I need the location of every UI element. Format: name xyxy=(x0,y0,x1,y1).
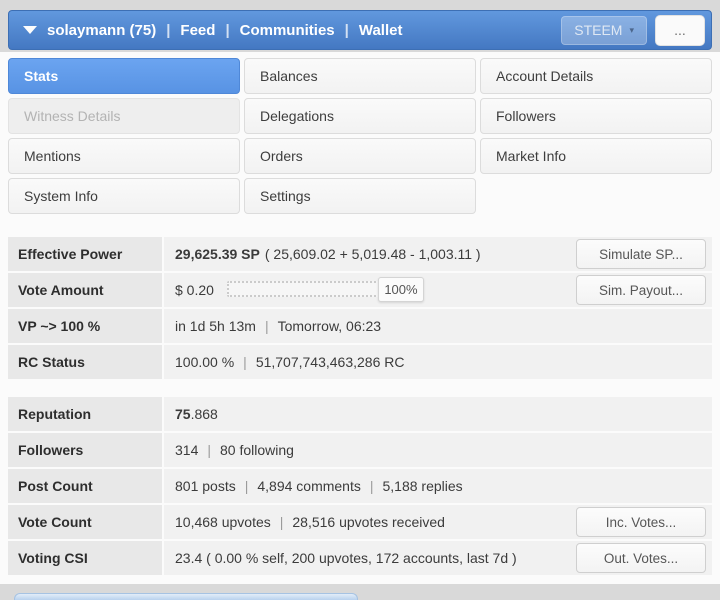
account-stats-table: Reputation 75 .868 Followers 314 | 80 fo… xyxy=(8,397,712,577)
tab-market-info[interactable]: Market Info xyxy=(480,138,712,174)
currency-select-button[interactable]: STEEM ▾ xyxy=(561,15,647,45)
table-row-followers: Followers 314 | 80 following xyxy=(8,433,712,467)
header-separator: | xyxy=(166,21,171,39)
row-label: Followers xyxy=(8,433,162,467)
table-row-effective-power: Effective Power 29,625.39 SP ( 25,609.02… xyxy=(8,237,712,271)
row-value: in 1d 5h 13m | Tomorrow, 06:23 xyxy=(164,309,712,343)
tab-orders[interactable]: Orders xyxy=(244,138,476,174)
table-row-vp: VP ~> 100 % in 1d 5h 13m | Tomorrow, 06:… xyxy=(8,309,712,343)
effective-power-value: 29,625.39 SP xyxy=(175,246,260,262)
account-header-bar: solaymann (75) | Feed | Communities | Wa… xyxy=(8,10,712,50)
value-separator: | xyxy=(244,478,249,494)
voting-csi-value: 23.4 ( 0.00 % self, 200 upvotes, 172 acc… xyxy=(175,550,517,566)
simulate-sp-button[interactable]: Simulate SP... xyxy=(576,239,706,269)
vote-amount-value: $ 0.20 xyxy=(175,282,214,298)
value-separator: | xyxy=(369,478,374,494)
tab-mentions[interactable]: Mentions xyxy=(8,138,240,174)
comments-count: 4,894 comments xyxy=(257,478,361,494)
row-value: 801 posts | 4,894 comments | 5,188 repli… xyxy=(164,469,712,503)
row-value: 100.00 % | 51,707,743,463,286 RC xyxy=(164,345,712,379)
header-separator: | xyxy=(344,21,349,39)
value-separator: | xyxy=(207,442,211,458)
slider-handle[interactable]: 100% xyxy=(377,277,424,302)
tab-account-details[interactable]: Account Details xyxy=(480,58,712,94)
row-label: Voting CSI xyxy=(8,541,162,575)
value-separator: | xyxy=(243,354,247,370)
table-row-vote-amount: Vote Amount $ 0.20 100% Sim. Payout... xyxy=(8,273,712,307)
table-row-post-count: Post Count 801 posts | 4,894 comments | … xyxy=(8,469,712,503)
tab-stats[interactable]: Stats xyxy=(8,58,240,94)
row-label: Vote Amount xyxy=(8,273,162,307)
power-stats-table: Effective Power 29,625.39 SP ( 25,609.02… xyxy=(8,237,712,381)
tab-delegations[interactable]: Delegations xyxy=(244,98,476,134)
table-row-voting-csi: Voting CSI 23.4 ( 0.00 % self, 200 upvot… xyxy=(8,541,712,575)
posts-count: 801 posts xyxy=(175,478,236,494)
incoming-votes-button[interactable]: Inc. Votes... xyxy=(576,507,706,537)
row-label: RC Status xyxy=(8,345,162,379)
account-dropdown-icon[interactable] xyxy=(23,26,37,34)
row-value: $ 0.20 100% Sim. Payout... xyxy=(164,273,712,307)
tab-system-info[interactable]: System Info xyxy=(8,178,240,214)
table-row-reputation: Reputation 75 .868 xyxy=(8,397,712,431)
upvotes-given: 10,468 upvotes xyxy=(175,514,271,530)
nav-communities[interactable]: Communities xyxy=(240,22,335,39)
upvotes-received: 28,516 upvotes received xyxy=(292,514,445,530)
tab-settings[interactable]: Settings xyxy=(244,178,476,214)
followers-count: 314 xyxy=(175,442,199,458)
replies-count: 5,188 replies xyxy=(382,478,463,494)
next-section-header-partial[interactable] xyxy=(14,593,358,600)
row-label: Post Count xyxy=(8,469,162,503)
nav-wallet[interactable]: Wallet xyxy=(359,22,403,39)
header-separator: | xyxy=(225,21,230,39)
row-value: 314 | 80 following xyxy=(164,433,712,467)
account-name[interactable]: solaymann (75) xyxy=(47,22,156,39)
row-label: Effective Power xyxy=(8,237,162,271)
reputation-int: 75 xyxy=(175,406,191,422)
tab-balances[interactable]: Balances xyxy=(244,58,476,94)
chevron-down-icon: ▾ xyxy=(629,24,634,35)
sim-payout-button[interactable]: Sim. Payout... xyxy=(576,275,706,305)
table-row-vote-count: Vote Count 10,468 upvotes | 28,516 upvot… xyxy=(8,505,712,539)
steemworld-app: solaymann (75) | Feed | Communities | Wa… xyxy=(0,0,720,600)
vp-time-remaining: in 1d 5h 13m xyxy=(175,318,256,334)
row-value: 10,468 upvotes | 28,516 upvotes received… xyxy=(164,505,712,539)
value-separator: | xyxy=(279,514,284,530)
row-label: Vote Count xyxy=(8,505,162,539)
row-value: 29,625.39 SP ( 25,609.02 + 5,019.48 - 1,… xyxy=(164,237,712,271)
tab-followers[interactable]: Followers xyxy=(480,98,712,134)
tab-witness-details: Witness Details xyxy=(8,98,240,134)
row-value: 23.4 ( 0.00 % self, 200 upvotes, 172 acc… xyxy=(164,541,712,575)
row-label: Reputation xyxy=(8,397,162,431)
rc-value: 51,707,743,463,286 RC xyxy=(255,354,405,370)
section-tabs: Stats Balances Account Details Witness D… xyxy=(8,58,712,214)
more-options-button[interactable]: ... xyxy=(655,14,705,46)
reputation-frac: .868 xyxy=(190,406,218,422)
row-value: 75 .868 xyxy=(164,397,712,431)
effective-power-breakdown: ( 25,609.02 + 5,019.48 - 1,003.11 ) xyxy=(264,246,481,262)
following-count: 80 following xyxy=(220,442,294,458)
currency-label: STEEM xyxy=(574,22,623,38)
outgoing-votes-button[interactable]: Out. Votes... xyxy=(576,543,706,573)
value-separator: | xyxy=(264,318,269,334)
vote-weight-slider[interactable]: 100% xyxy=(226,277,424,302)
table-row-rc-status: RC Status 100.00 % | 51,707,743,463,286 … xyxy=(8,345,712,379)
rc-percent: 100.00 % xyxy=(175,354,235,370)
vp-eta: Tomorrow, 06:23 xyxy=(277,318,382,334)
nav-feed[interactable]: Feed xyxy=(180,22,215,39)
row-label: VP ~> 100 % xyxy=(8,309,162,343)
